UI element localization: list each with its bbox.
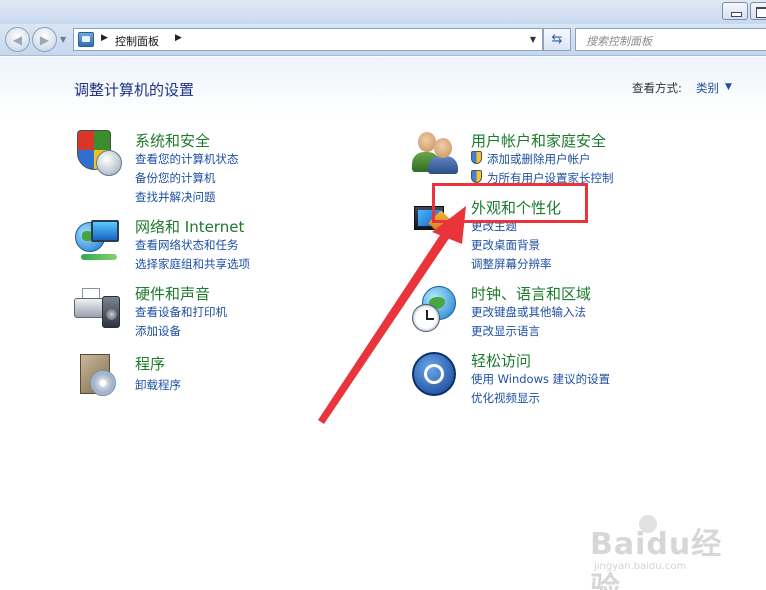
search-input[interactable]: 搜索控制面板: [575, 28, 766, 51]
link-add-remove-accounts[interactable]: 添加或删除用户帐户: [487, 151, 591, 167]
highlight-box: [432, 183, 588, 223]
link-backup-computer[interactable]: 备份您的计算机: [135, 170, 216, 186]
link-homegroup-sharing[interactable]: 选择家庭组和共享选项: [135, 256, 250, 272]
view-by-dropdown[interactable]: 类别: [696, 80, 719, 96]
address-bar[interactable]: ▶ 控制面板 ▶ ▼: [73, 28, 543, 51]
link-add-device[interactable]: 添加设备: [135, 323, 181, 339]
users-icon[interactable]: [412, 130, 460, 178]
link-network-status[interactable]: 查看网络状态和任务: [135, 237, 239, 253]
link-change-keyboard-input[interactable]: 更改键盘或其他输入法: [471, 304, 586, 320]
printer-icon[interactable]: [74, 284, 122, 332]
back-button[interactable]: ◀: [5, 27, 30, 52]
link-recommended-settings[interactable]: 使用 Windows 建议的设置: [471, 371, 610, 387]
category-ease-of-access[interactable]: 轻松访问: [471, 350, 531, 371]
control-panel-icon: [78, 32, 94, 47]
breadcrumb-chevron-icon[interactable]: ▶: [101, 33, 108, 43]
link-devices-printers[interactable]: 查看设备和打印机: [135, 304, 227, 320]
category-programs[interactable]: 程序: [135, 353, 165, 374]
link-adjust-resolution[interactable]: 调整屏幕分辨率: [471, 256, 552, 272]
search-placeholder: 搜索控制面板: [586, 35, 652, 48]
uac-shield-icon: [471, 170, 482, 183]
chevron-down-icon[interactable]: ▼: [725, 82, 732, 92]
clock-globe-icon[interactable]: [412, 286, 460, 334]
uac-shield-icon: [471, 151, 482, 164]
refresh-button[interactable]: ⇆: [543, 28, 571, 51]
forward-button[interactable]: ▶: [32, 27, 57, 52]
ease-of-access-icon[interactable]: [412, 352, 460, 400]
category-hardware-sound[interactable]: 硬件和声音: [135, 283, 210, 304]
breadcrumb-chevron-icon[interactable]: ▶: [175, 33, 182, 43]
breadcrumb-control-panel[interactable]: 控制面板: [115, 33, 159, 49]
network-globe-icon[interactable]: [73, 218, 121, 266]
shield-icon[interactable]: [76, 130, 124, 178]
link-view-computer-status[interactable]: 查看您的计算机状态: [135, 151, 239, 167]
recent-pages-dropdown[interactable]: ▼: [60, 35, 66, 44]
link-troubleshoot[interactable]: 查找并解决问题: [135, 189, 216, 205]
baidu-watermark: Baidu经验 jingyan.baidu.com: [590, 515, 740, 590]
programs-disc-icon[interactable]: [76, 352, 124, 400]
link-change-desktop-background[interactable]: 更改桌面背景: [471, 237, 540, 253]
arrow-left-icon: ◀: [12, 32, 23, 47]
category-network-internet[interactable]: 网络和 Internet: [135, 216, 244, 237]
category-user-accounts[interactable]: 用户帐户和家庭安全: [471, 130, 606, 151]
view-by-label: 查看方式:: [632, 81, 682, 95]
link-change-display-language[interactable]: 更改显示语言: [471, 323, 540, 339]
category-clock-language-region[interactable]: 时钟、语言和区域: [471, 283, 591, 304]
watermark-text: Baidu经验: [590, 527, 723, 590]
link-optimize-video[interactable]: 优化视频显示: [471, 390, 540, 406]
arrow-right-icon: ▶: [39, 32, 50, 47]
maximize-button[interactable]: [750, 2, 766, 20]
link-uninstall-program[interactable]: 卸载程序: [135, 377, 181, 393]
refresh-icon: ⇆: [551, 32, 563, 47]
watermark-url: jingyan.baidu.com: [594, 561, 687, 572]
minimize-button[interactable]: [722, 2, 748, 20]
title-bar: [0, 0, 766, 24]
category-system-security[interactable]: 系统和安全: [135, 130, 210, 151]
address-dropdown-icon[interactable]: ▼: [530, 35, 536, 44]
navigation-bar: ◀ ▶ ▼ ▶ 控制面板 ▶ ▼ ⇆ 搜索控制面板: [0, 24, 766, 56]
page-title: 调整计算机的设置: [74, 81, 195, 99]
